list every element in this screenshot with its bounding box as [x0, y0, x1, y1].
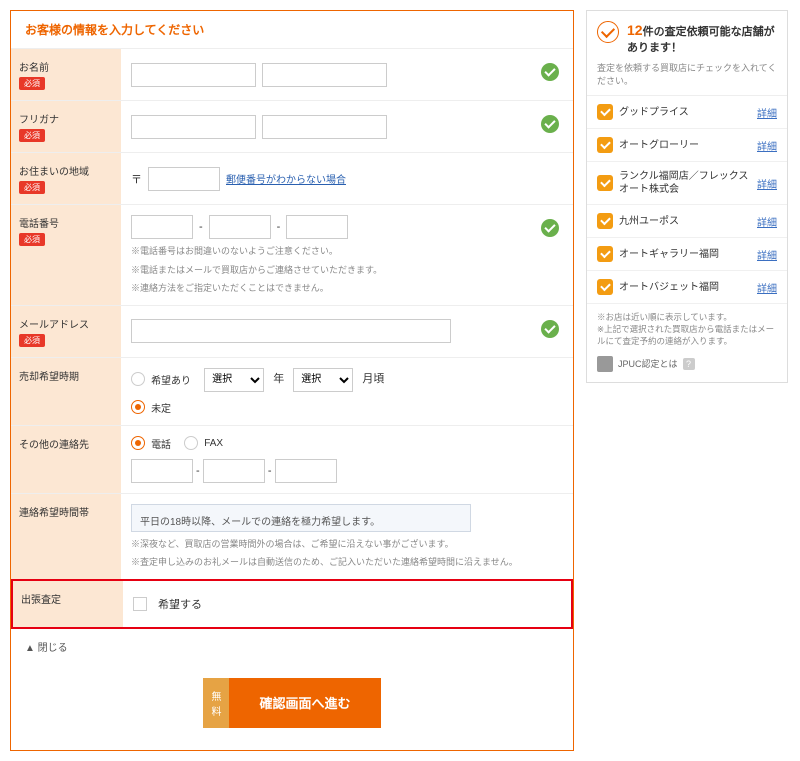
row-other-contact: その他の連絡先 電話 FAX - - [11, 425, 573, 493]
name-last-input[interactable] [131, 63, 256, 87]
shop-name: オートギャラリー福岡 [619, 248, 751, 261]
required-badge: 必須 [19, 233, 45, 246]
radio-contact-fax[interactable] [184, 436, 198, 450]
radio-timing-no[interactable] [131, 400, 145, 414]
row-furigana: フリガナ 必須 [11, 100, 573, 152]
shop-detail-link[interactable]: 詳細 [757, 105, 777, 120]
phone-label: 電話番号 [19, 215, 113, 230]
required-badge: 必須 [19, 334, 45, 347]
region-label: お住まいの地域 [19, 163, 113, 178]
close-toggle[interactable]: ▲ 閉じる [11, 629, 573, 664]
row-region: お住まいの地域 必須 〒 郵便番号がわからない場合 [11, 152, 573, 204]
phone-note2: ※電話またはメールで買取店からご連絡させていただきます。 [131, 264, 533, 277]
shop-name: オートバジェット福岡 [619, 281, 751, 294]
visit-label: 出張査定 [21, 591, 115, 606]
shop-row: オートギャラリー福岡詳細 [587, 238, 787, 271]
visit-hope-label: 希望する [158, 596, 202, 612]
shop-name: 九州ユーポス [619, 215, 751, 228]
radio-timing-yes[interactable] [131, 372, 145, 386]
shop-detail-link[interactable]: 詳細 [757, 214, 777, 229]
shop-checkbox[interactable] [597, 104, 613, 120]
shop-row: ランクル福岡店／フレックスオート株式会詳細 [587, 162, 787, 205]
shop-row: 九州ユーポス詳細 [587, 205, 787, 238]
other-phone-1[interactable] [131, 459, 193, 483]
required-badge: 必須 [19, 77, 45, 90]
check-icon [541, 63, 559, 81]
radio-contact-phone[interactable] [131, 436, 145, 450]
row-contact-time: 連絡希望時間帯 平日の18時以降、メールでの連絡を極力希望します。 ※深夜など、… [11, 493, 573, 579]
shop-list: グッドプライス詳細オートグローリー詳細ランクル福岡店／フレックスオート株式会詳細… [587, 96, 787, 304]
row-visit-assessment: 出張査定 希望する [11, 579, 573, 629]
row-phone: 電話番号 必須 - - ※電話番号はお間違いのないようご注意ください。 ※電話ま… [11, 204, 573, 305]
email-label: メールアドレス [19, 316, 113, 331]
phone-input-2[interactable] [209, 215, 271, 239]
sidebar-footnote: ※お店は近い順に表示しています。※上記で選択された買取店から電話またはメールにて… [587, 304, 787, 356]
phone-input-3[interactable] [286, 215, 348, 239]
jpuc-icon [597, 356, 613, 372]
furigana-last-input[interactable] [131, 115, 256, 139]
check-icon [541, 219, 559, 237]
required-badge: 必須 [19, 129, 45, 142]
shop-name: オートグローリー [619, 139, 751, 152]
shop-name: ランクル福岡店／フレックスオート株式会 [619, 170, 751, 196]
name-first-input[interactable] [262, 63, 387, 87]
shop-row: グッドプライス詳細 [587, 96, 787, 129]
phone-input-1[interactable] [131, 215, 193, 239]
row-name: お名前 必須 [11, 48, 573, 100]
furigana-label: フリガナ [19, 111, 113, 126]
customer-info-form: お客様の情報を入力してください お名前 必須 フリガナ 必須 [10, 10, 574, 751]
check-icon [541, 320, 559, 338]
form-title: お客様の情報を入力してください [11, 11, 573, 48]
other-phone-2[interactable] [203, 459, 265, 483]
shop-checkbox[interactable] [597, 213, 613, 229]
shop-checkbox[interactable] [597, 175, 613, 191]
shop-row: オートバジェット福岡詳細 [587, 271, 787, 304]
name-label: お名前 [19, 59, 113, 74]
other-contact-label: その他の連絡先 [19, 436, 113, 451]
email-input[interactable] [131, 319, 451, 343]
check-circle-icon [597, 21, 619, 43]
contact-message-box[interactable]: 平日の18時以降、メールでの連絡を極力希望します。 [131, 504, 471, 532]
required-badge: 必須 [19, 181, 45, 194]
furigana-first-input[interactable] [262, 115, 387, 139]
shop-detail-link[interactable]: 詳細 [757, 247, 777, 262]
contact-note1: ※深夜など、買取店の営業時間外の場合は、ご希望に沿えない事がございます。 [131, 538, 533, 551]
check-icon [541, 115, 559, 133]
visit-checkbox[interactable] [133, 597, 147, 611]
row-email: メールアドレス 必須 [11, 305, 573, 357]
select-year[interactable]: 選択 [204, 368, 264, 392]
shop-checkbox[interactable] [597, 137, 613, 153]
sidebar-subtitle: 査定を依頼する買取店にチェックを入れてください。 [587, 62, 787, 96]
postcode-unknown-link[interactable]: 郵便番号がわからない場合 [226, 171, 346, 186]
postcode-input[interactable] [148, 167, 220, 191]
jpuc-label: JPUC認定とは [618, 357, 678, 370]
help-icon[interactable]: ? [683, 358, 695, 370]
phone-note1: ※電話番号はお間違いのないようご注意ください。 [131, 245, 533, 258]
sidebar-title: 12件の査定依頼可能な店舗があります！ [627, 21, 777, 56]
shop-checkbox[interactable] [597, 279, 613, 295]
shop-sidebar: 12件の査定依頼可能な店舗があります！ 査定を依頼する買取店にチェックを入れてく… [586, 10, 788, 383]
shop-name: グッドプライス [619, 106, 751, 119]
other-phone-3[interactable] [275, 459, 337, 483]
shop-checkbox[interactable] [597, 246, 613, 262]
shop-detail-link[interactable]: 詳細 [757, 176, 777, 191]
shop-detail-link[interactable]: 詳細 [757, 280, 777, 295]
timing-label: 売却希望時期 [19, 368, 113, 383]
post-prefix: 〒 [131, 171, 142, 187]
select-month[interactable]: 選択 [293, 368, 353, 392]
contact-note2: ※査定申し込みのお礼メールは自動送信のため、ご記入いただいた連絡希望時間に沿えま… [131, 556, 533, 569]
phone-note3: ※連絡方法をご指定いただくことはできません。 [131, 282, 533, 295]
contact-time-label: 連絡希望時間帯 [19, 504, 113, 519]
row-timing: 売却希望時期 希望あり 選択 年 選択 月頃 未定 [11, 357, 573, 425]
shop-detail-link[interactable]: 詳細 [757, 138, 777, 153]
submit-button[interactable]: 無 料 確認画面へ進む [203, 678, 380, 728]
shop-row: オートグローリー詳細 [587, 129, 787, 162]
